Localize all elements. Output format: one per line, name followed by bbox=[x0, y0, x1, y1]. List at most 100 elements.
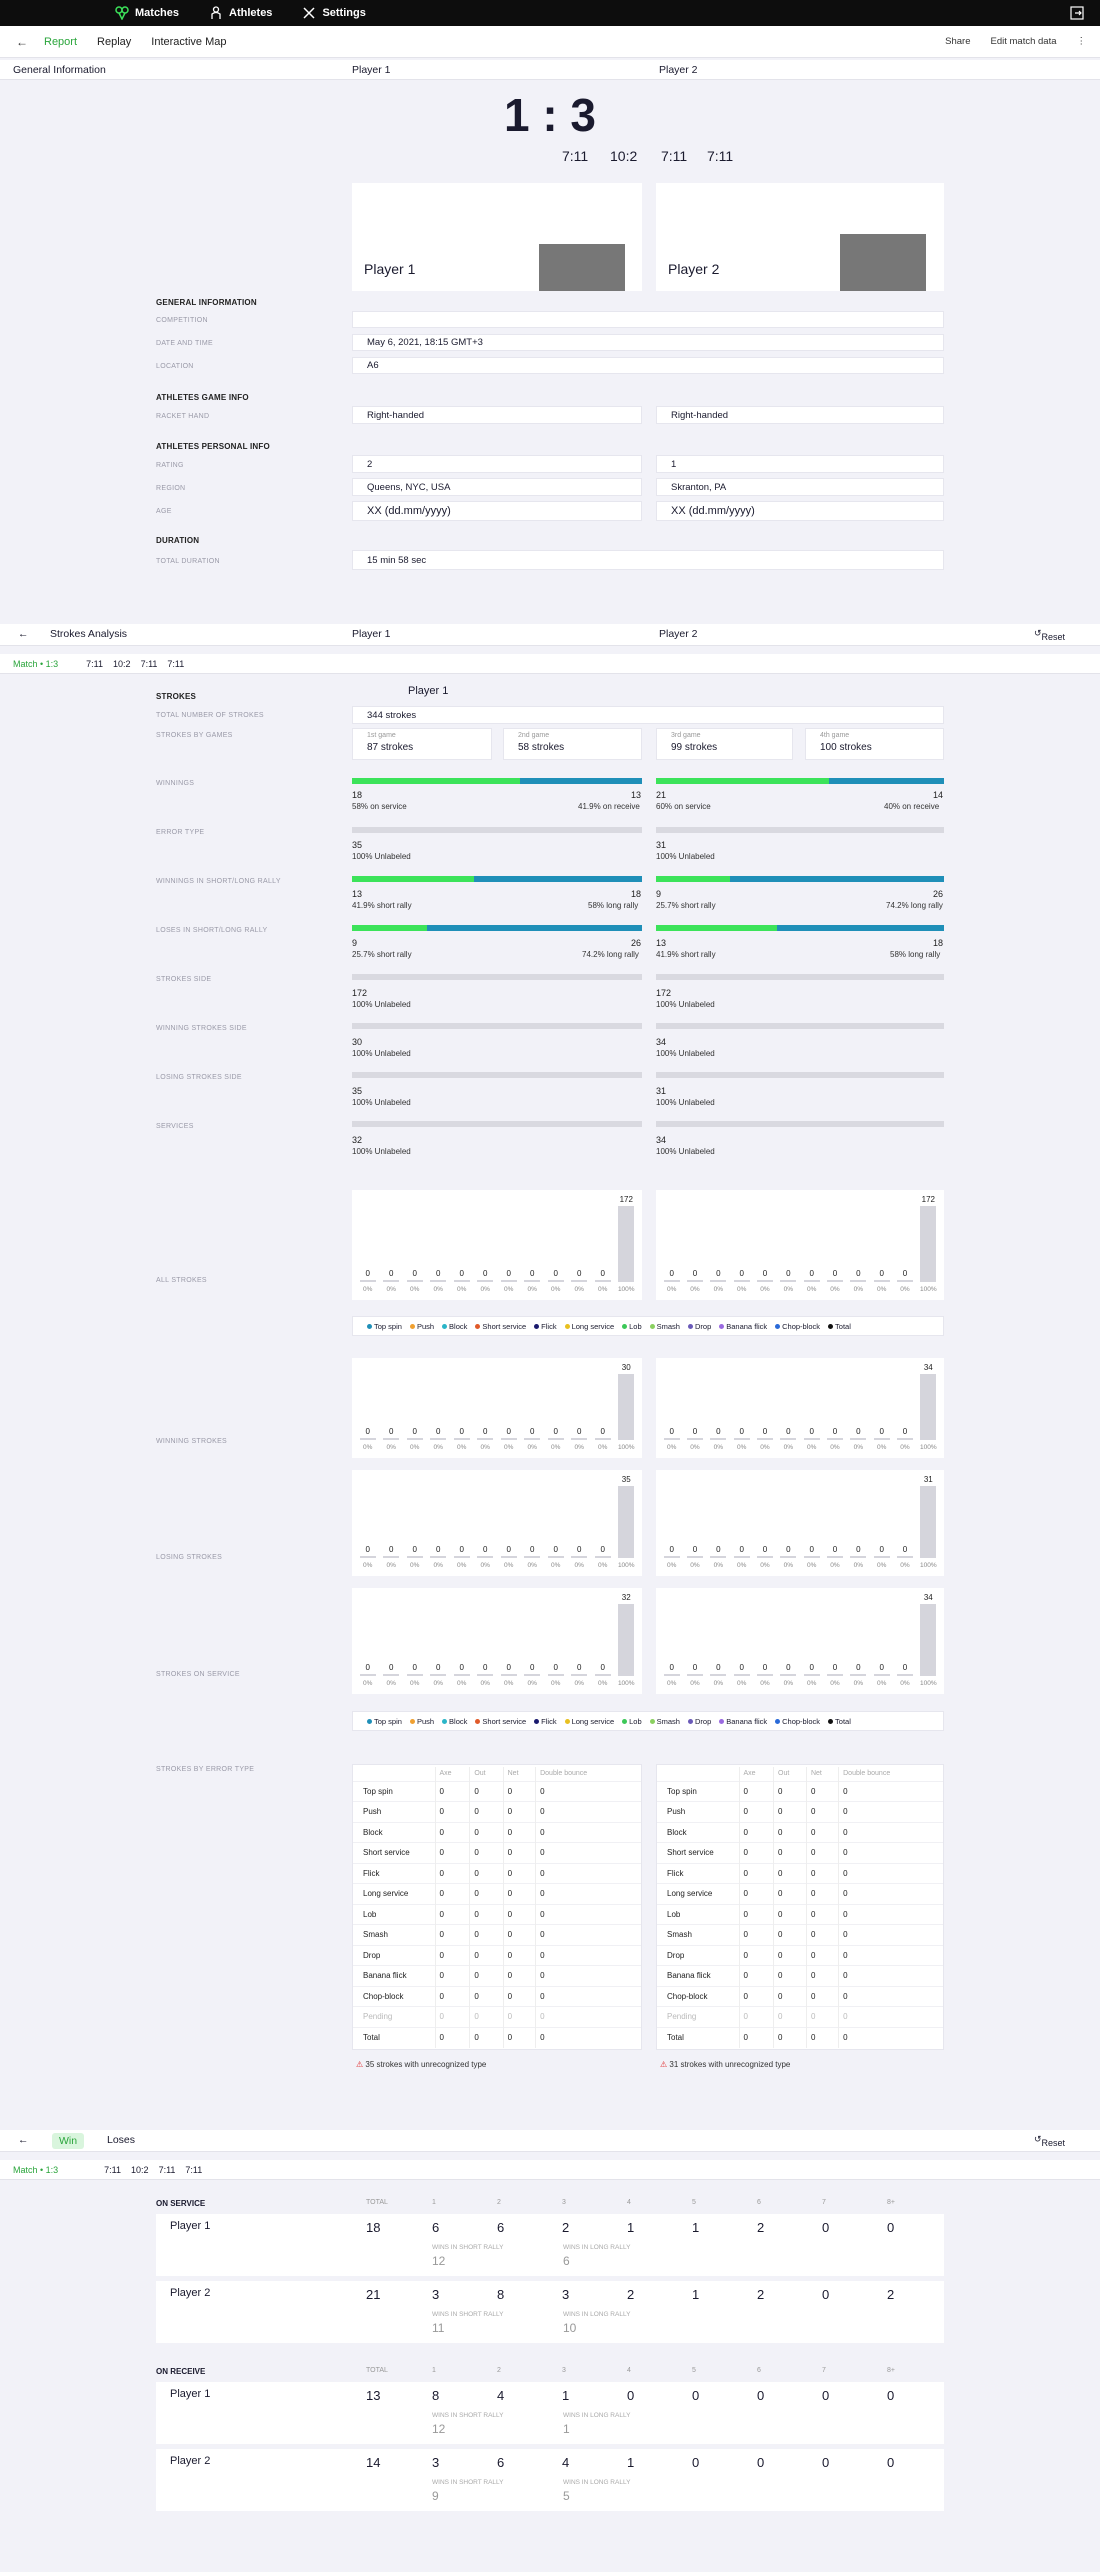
player1-card[interactable]: Player 1 bbox=[352, 183, 642, 291]
back-arrow-icon[interactable]: ← bbox=[12, 32, 32, 52]
nav-matches[interactable]: Matches bbox=[115, 6, 179, 20]
winlose-reset-button[interactable]: ↺ Reset bbox=[1034, 2134, 1065, 2148]
p2-warning-text: 31 strokes with unrecognized type bbox=[669, 2060, 791, 2069]
strokes-game-filter-4[interactable]: 7:11 bbox=[167, 659, 184, 669]
p1-win-receive: 13 bbox=[631, 790, 642, 800]
game-score-4: 7:11 bbox=[707, 148, 734, 164]
p2-win-receive-pct: 40% on receive bbox=[884, 802, 940, 811]
rally-column-header: 6 bbox=[757, 2367, 761, 2374]
tab-loses[interactable]: Loses bbox=[107, 2134, 135, 2146]
error-row-value: 0 bbox=[469, 1965, 504, 1986]
rally-column-header: 1 bbox=[432, 2367, 436, 2374]
bar-value-label: 0 bbox=[669, 1427, 674, 1436]
p2-service-strokes-chart: 0 0% 0 0% 0 0% 0 0% 0 0% 0 0% 0 0% 0 0% 0 0% 0 0% 0 0% 34 100% bbox=[656, 1588, 944, 1694]
nav-athletes[interactable]: Athletes bbox=[209, 6, 272, 20]
winlose-back-icon[interactable]: ← bbox=[18, 2134, 29, 2146]
player2-card[interactable]: Player 2 bbox=[656, 183, 944, 291]
strokes-game-filter-1[interactable]: 7:11 bbox=[86, 659, 103, 669]
bar-percent-label: 0% bbox=[830, 1286, 840, 1293]
more-icon[interactable]: ⋮ bbox=[1077, 36, 1087, 47]
strokes-back-icon[interactable]: ← bbox=[18, 628, 29, 640]
player-row-value: 4 bbox=[497, 2388, 505, 2403]
winlose-match-label[interactable]: Match • 1:3 bbox=[13, 2165, 58, 2175]
chart-bar bbox=[920, 1604, 937, 1676]
bar-percent-label: 0% bbox=[690, 1680, 700, 1687]
logout-icon[interactable] bbox=[1070, 6, 1084, 20]
bar-percent-label: 0% bbox=[783, 1444, 794, 1451]
error-row-value: 0 bbox=[838, 1944, 943, 1966]
bar-value-label: 0 bbox=[669, 1663, 674, 1672]
p2-ls-short-pct: 41.9% short rally bbox=[656, 950, 716, 959]
bar-percent-label: 0% bbox=[783, 1562, 794, 1569]
p1-lside-count: 35 bbox=[352, 1086, 363, 1096]
legend-item: Top spin bbox=[367, 1717, 402, 1726]
chart-bar bbox=[733, 1556, 750, 1558]
strokes-game-filter-2[interactable]: 10:2 bbox=[113, 659, 131, 669]
p1-error-table: Axe Out Net Double bounce Top spin 0 0 0 0 Push 0 0… bbox=[352, 1764, 642, 2050]
chart-bar bbox=[618, 1206, 635, 1282]
legend-label: Banana flick bbox=[726, 1321, 768, 1331]
error-row-value: 0 bbox=[738, 1944, 774, 1966]
error-row-value: 0 bbox=[838, 2006, 943, 2027]
strokes-game-filter-3[interactable]: 7:11 bbox=[141, 659, 158, 669]
tab-win[interactable]: Win bbox=[52, 2133, 85, 2149]
chart-bar bbox=[430, 1438, 447, 1440]
legend-label: Smash bbox=[656, 1321, 680, 1331]
p2-error-bar bbox=[656, 827, 944, 833]
error-row-value: 0 bbox=[738, 1862, 774, 1884]
legend-dot-icon bbox=[442, 1323, 448, 1329]
tab-report[interactable]: Report bbox=[44, 36, 77, 48]
chart-bar bbox=[710, 1438, 727, 1440]
winlose-game-filter-1[interactable]: 7:11 bbox=[104, 2165, 121, 2175]
table-row: Flick 0 0 0 0 bbox=[657, 1862, 943, 1884]
legend-dot-icon bbox=[828, 1718, 834, 1724]
p2-ws-short: 9 bbox=[656, 889, 662, 899]
error-row-value: 0 bbox=[805, 2026, 839, 2048]
chart-bar bbox=[873, 1280, 890, 1282]
legend-dot-icon bbox=[828, 1323, 834, 1329]
bar-value-label: 0 bbox=[412, 1427, 417, 1436]
winnings-label: WINNINGS bbox=[156, 780, 195, 787]
legend-dot-icon bbox=[622, 1718, 628, 1724]
share-link[interactable]: Share bbox=[945, 36, 970, 47]
player2-card-name: Player 2 bbox=[668, 261, 720, 277]
player-row-total: 21 bbox=[366, 2287, 381, 2302]
chart-bar bbox=[803, 1438, 820, 1440]
p1-wside-unlabeled: 100% Unlabeled bbox=[352, 1049, 411, 1058]
chart-bar bbox=[594, 1280, 611, 1282]
winlose-game-filter-2[interactable]: 10:2 bbox=[131, 2165, 149, 2175]
p2-services-count: 34 bbox=[656, 1135, 667, 1145]
winlose-game-filter-3[interactable]: 7:11 bbox=[159, 2165, 176, 2175]
chart-bar bbox=[477, 1674, 494, 1676]
error-row-value: 0 bbox=[773, 1842, 807, 1863]
p1-win-service: 18 bbox=[352, 790, 363, 800]
player-row-name: Player 2 bbox=[170, 2455, 211, 2467]
competition-label: COMPETITION bbox=[156, 317, 208, 324]
error-row-value: 0 bbox=[434, 2006, 470, 2027]
edit-match-link[interactable]: Edit match data bbox=[990, 36, 1056, 47]
p1-ls-short: 9 bbox=[352, 938, 358, 948]
strokes-reset-button[interactable]: ↺ Reset bbox=[1034, 628, 1065, 642]
strokes-analysis-header: ← Strokes Analysis Player 1 Player 2 ↺ R… bbox=[0, 624, 1100, 646]
short-rally-value: 12 bbox=[432, 2254, 446, 2268]
long-rally-label: WINS IN LONG RALLY bbox=[563, 2244, 631, 2251]
strokes-match-label[interactable]: Match • 1:3 bbox=[13, 659, 58, 669]
chart-bar bbox=[756, 1674, 774, 1676]
error-row-value: 0 bbox=[434, 2026, 470, 2048]
table-row: Banana flick 0 0 0 0 bbox=[657, 1965, 943, 1986]
error-row-value: 0 bbox=[838, 1862, 943, 1884]
bar-percent-label: 0% bbox=[690, 1286, 700, 1293]
date-field: May 6, 2021, 18:15 GMT+3 bbox=[352, 334, 944, 351]
tab-interactive-map[interactable]: Interactive Map bbox=[151, 36, 226, 48]
tab-replay[interactable]: Replay bbox=[97, 36, 131, 48]
error-row-value: 0 bbox=[469, 1944, 504, 1966]
bar-value-label: 0 bbox=[436, 1663, 441, 1672]
nav-settings[interactable]: Settings bbox=[302, 6, 366, 20]
error-row-value: 0 bbox=[469, 1883, 504, 1904]
chart-bar bbox=[826, 1674, 844, 1676]
bar-value-label: 0 bbox=[506, 1663, 511, 1672]
table-row: Lob 0 0 0 0 bbox=[353, 1903, 641, 1925]
error-row-label: Push bbox=[657, 1801, 739, 1822]
error-row-value: 0 bbox=[502, 1944, 536, 1966]
winlose-game-filter-4[interactable]: 7:11 bbox=[185, 2165, 202, 2175]
